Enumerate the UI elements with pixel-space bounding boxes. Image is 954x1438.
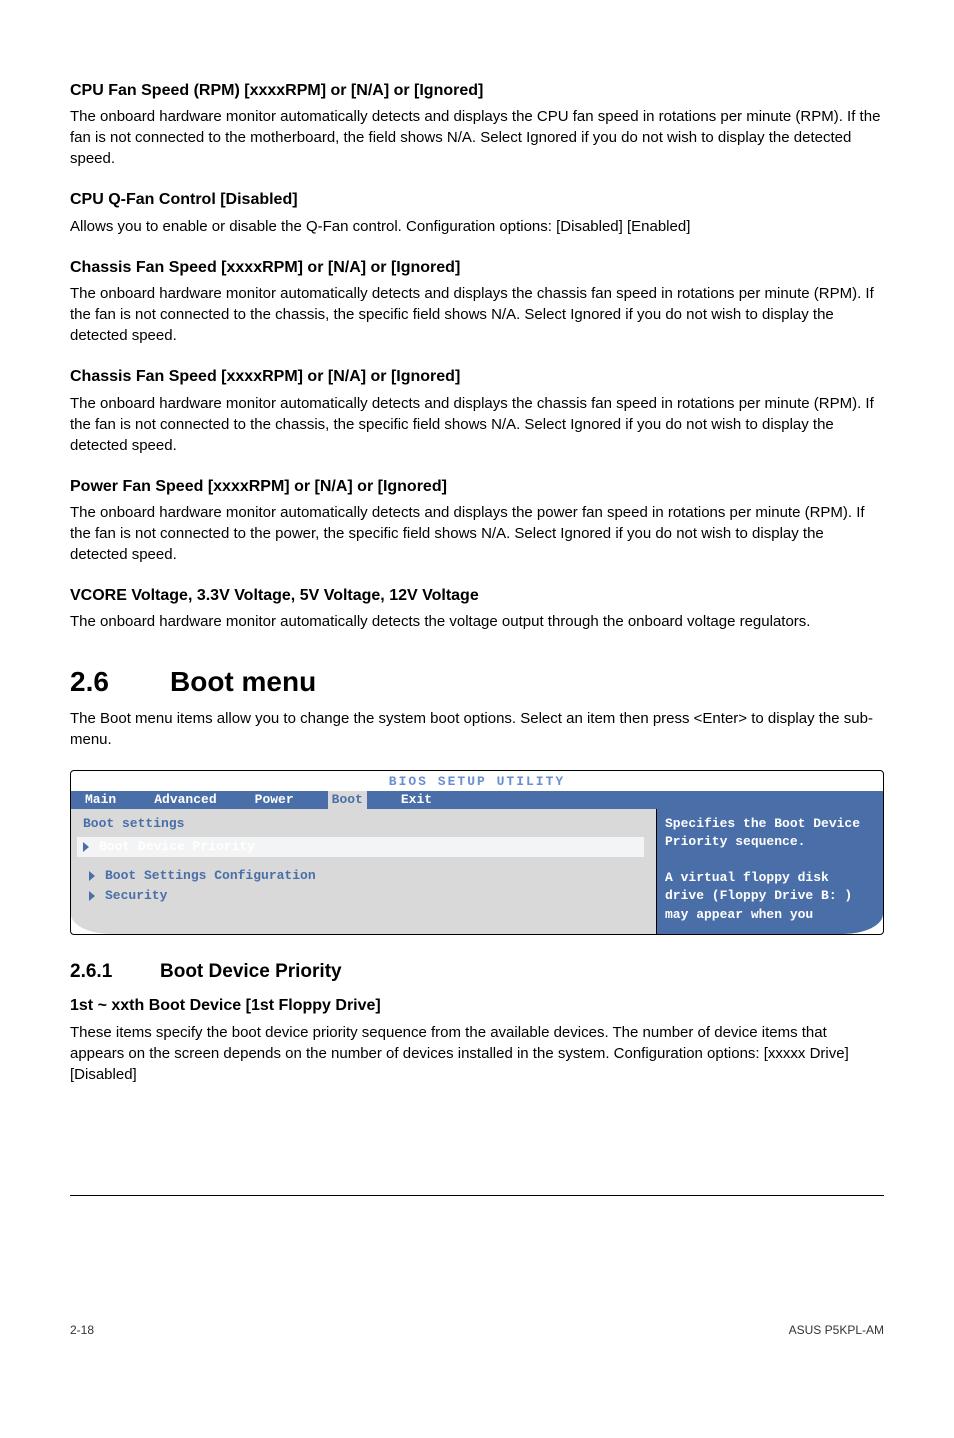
bios-item-boot-settings-config-label: Boot Settings Configuration bbox=[105, 867, 316, 885]
text-boot-menu: The Boot menu items allow you to change … bbox=[70, 708, 884, 750]
bios-item-security-label: Security bbox=[105, 887, 167, 905]
bios-item-boot-settings-config[interactable]: Boot Settings Configuration bbox=[83, 867, 644, 885]
text-first-boot-device: These items specify the boot device prio… bbox=[70, 1022, 884, 1085]
bios-tab-main[interactable]: Main bbox=[81, 791, 120, 809]
arrow-icon bbox=[83, 842, 89, 852]
text-chassis-fan-1: The onboard hardware monitor automatical… bbox=[70, 283, 884, 346]
bios-title: BIOS SETUP UTILITY bbox=[71, 771, 883, 791]
heading-boot-menu-num: 2.6 bbox=[70, 662, 170, 701]
arrow-icon bbox=[89, 891, 95, 901]
text-chassis-fan-2: The onboard hardware monitor automatical… bbox=[70, 393, 884, 456]
heading-vcore: VCORE Voltage, 3.3V Voltage, 5V Voltage,… bbox=[70, 585, 884, 607]
bios-panel: BIOS SETUP UTILITY Main Advanced Power B… bbox=[70, 770, 884, 935]
footer-product: ASUS P5KPL-AM bbox=[789, 1322, 884, 1339]
bios-settings-heading: Boot settings bbox=[83, 815, 644, 833]
heading-boot-menu: 2.6Boot menu bbox=[70, 662, 884, 701]
bios-help-pane: Specifies the Boot Device Priority seque… bbox=[657, 809, 883, 934]
heading-boot-device-priority-num: 2.6.1 bbox=[70, 959, 160, 986]
bios-tabs: Main Advanced Power Boot Exit bbox=[71, 791, 883, 809]
text-cpu-qfan: Allows you to enable or disable the Q-Fa… bbox=[70, 216, 884, 237]
footer-page-num: 2-18 bbox=[70, 1322, 94, 1339]
bios-item-boot-device-priority-label: Boot Device Priority bbox=[99, 838, 255, 856]
heading-boot-device-priority-title: Boot Device Priority bbox=[160, 961, 342, 982]
heading-cpu-qfan: CPU Q-Fan Control [Disabled] bbox=[70, 189, 884, 211]
bios-tab-power[interactable]: Power bbox=[251, 791, 298, 809]
heading-cpu-fan-speed: CPU Fan Speed (RPM) [xxxxRPM] or [N/A] o… bbox=[70, 80, 884, 102]
bios-tab-exit[interactable]: Exit bbox=[397, 791, 436, 809]
heading-first-boot-device: 1st ~ xxth Boot Device [1st Floppy Drive… bbox=[70, 995, 884, 1017]
bios-item-security[interactable]: Security bbox=[83, 887, 644, 905]
text-vcore: The onboard hardware monitor automatical… bbox=[70, 611, 884, 632]
heading-chassis-fan-1: Chassis Fan Speed [xxxxRPM] or [N/A] or … bbox=[70, 257, 884, 279]
page-footer: 2-18 ASUS P5KPL-AM bbox=[70, 1316, 884, 1339]
arrow-icon bbox=[89, 871, 95, 881]
text-cpu-fan-speed: The onboard hardware monitor automatical… bbox=[70, 106, 884, 169]
heading-chassis-fan-2: Chassis Fan Speed [xxxxRPM] or [N/A] or … bbox=[70, 366, 884, 388]
heading-boot-menu-title: Boot menu bbox=[170, 666, 316, 697]
bios-tab-boot[interactable]: Boot bbox=[328, 791, 367, 809]
bios-item-boot-device-priority[interactable]: Boot Device Priority bbox=[77, 837, 644, 857]
text-power-fan: The onboard hardware monitor automatical… bbox=[70, 502, 884, 565]
heading-power-fan: Power Fan Speed [xxxxRPM] or [N/A] or [I… bbox=[70, 476, 884, 498]
bios-tab-advanced[interactable]: Advanced bbox=[150, 791, 220, 809]
heading-boot-device-priority: 2.6.1Boot Device Priority bbox=[70, 959, 884, 986]
bios-left-pane: Boot settings Boot Device Priority Boot … bbox=[71, 809, 657, 934]
